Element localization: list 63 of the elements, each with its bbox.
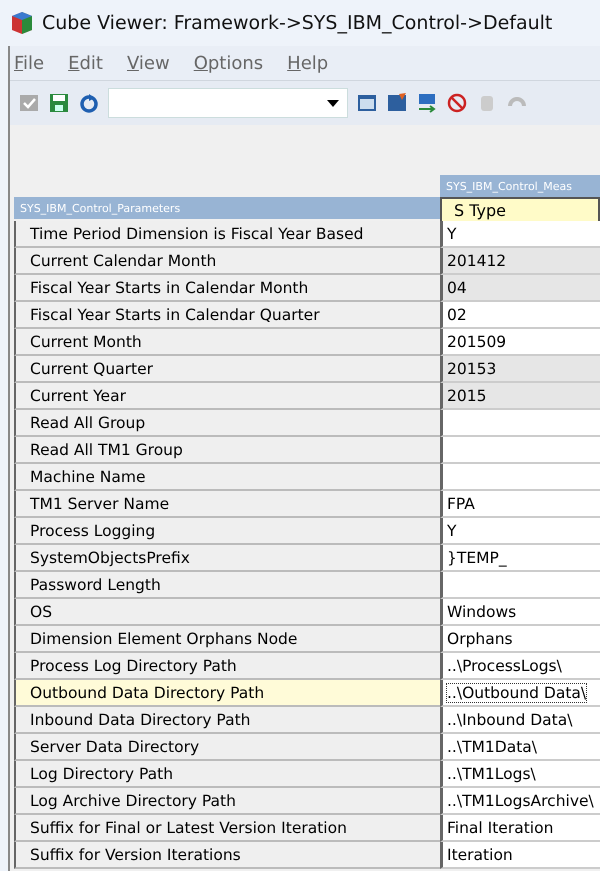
table-cell[interactable] xyxy=(440,410,600,437)
table-cell[interactable]: Windows xyxy=(440,599,600,626)
row-header[interactable]: Process Logging xyxy=(14,518,440,545)
menu-item[interactable]: File xyxy=(10,52,58,74)
table-cell[interactable] xyxy=(440,464,600,491)
row-header[interactable]: Fiscal Year Starts in Calendar Quarter xyxy=(14,302,440,329)
row-header[interactable]: Fiscal Year Starts in Calendar Month xyxy=(14,275,440,302)
table-cell[interactable]: ..\TM1LogsArchive\ xyxy=(440,788,600,815)
table-cell[interactable]: 2015 xyxy=(440,383,600,410)
row-header[interactable]: OS xyxy=(14,599,440,626)
column-header[interactable]: S Type xyxy=(440,197,600,221)
table-cell[interactable]: Y xyxy=(440,518,600,545)
row-header[interactable]: Dimension Element Orphans Node xyxy=(14,626,440,653)
row-header[interactable]: Suffix for Final or Latest Version Iteration xyxy=(14,815,440,842)
table-cell[interactable]: 20153 xyxy=(440,356,600,383)
row-header[interactable]: Password Length xyxy=(14,572,440,599)
row-header[interactable]: Log Archive Directory Path xyxy=(14,788,440,815)
cube-icon xyxy=(10,10,34,36)
view-dropdown[interactable] xyxy=(108,88,348,118)
row-header[interactable]: Time Period Dimension is Fiscal Year Based xyxy=(14,221,440,248)
row-header[interactable]: Read All Group xyxy=(14,410,440,437)
menu-item[interactable]: Options xyxy=(190,52,278,74)
table-cell[interactable]: 201412 xyxy=(440,248,600,275)
table-cell[interactable]: ..\ProcessLogs\ xyxy=(440,653,600,680)
table-cell[interactable]: Final Iteration xyxy=(440,815,600,842)
row-header[interactable]: Inbound Data Directory Path xyxy=(14,707,440,734)
row-header[interactable]: Process Log Directory Path xyxy=(14,653,440,680)
table-cell[interactable]: ..\Outbound Data\ xyxy=(440,680,600,707)
table-cell[interactable] xyxy=(440,572,600,599)
table-cell[interactable]: 02 xyxy=(440,302,600,329)
table-cell[interactable]: }TEMP_ xyxy=(440,545,600,572)
row-header[interactable]: Current Calendar Month xyxy=(14,248,440,275)
row-header[interactable]: Outbound Data Directory Path xyxy=(14,680,440,707)
table-cell[interactable]: ..\TM1Data\ xyxy=(440,734,600,761)
row-header[interactable]: Suffix for Version Iterations xyxy=(14,842,440,869)
row-header[interactable]: TM1 Server Name xyxy=(14,491,440,518)
table-cell[interactable]: FPA xyxy=(440,491,600,518)
table-cell[interactable] xyxy=(440,437,600,464)
table-cell[interactable]: ..\TM1Logs\ xyxy=(440,761,600,788)
table-cell[interactable]: Orphans xyxy=(440,626,600,653)
no-entry-icon[interactable] xyxy=(446,92,468,114)
save-icon[interactable] xyxy=(48,92,70,114)
refresh-icon[interactable] xyxy=(78,92,100,114)
table-cell[interactable]: ..\Inbound Data\ xyxy=(440,707,600,734)
menu-item[interactable]: View xyxy=(122,52,184,74)
row-header[interactable]: Machine Name xyxy=(14,464,440,491)
row-header[interactable]: SystemObjectsPrefix xyxy=(14,545,440,572)
table-cell[interactable]: Y xyxy=(440,221,600,248)
table-cell[interactable]: 04 xyxy=(440,275,600,302)
row-header[interactable]: Current Year xyxy=(14,383,440,410)
caret-icon xyxy=(327,100,339,106)
row-header[interactable]: Log Directory Path xyxy=(14,761,440,788)
row-header[interactable]: Server Data Directory xyxy=(14,734,440,761)
row-header[interactable]: Current Month xyxy=(14,329,440,356)
row-header[interactable]: Read All TM1 Group xyxy=(14,437,440,464)
checkmark-icon[interactable] xyxy=(18,92,40,114)
window-title: Cube Viewer: Framework->SYS_IBM_Control->Default xyxy=(42,12,552,34)
table-cell[interactable]: Iteration xyxy=(440,842,600,869)
table-cell[interactable]: 201509 xyxy=(440,329,600,356)
menu-item[interactable]: Edit xyxy=(64,52,117,74)
menu-item[interactable]: Help xyxy=(283,52,342,74)
grid-arrow-icon[interactable] xyxy=(416,92,438,114)
row-header[interactable]: Current Quarter xyxy=(14,356,440,383)
